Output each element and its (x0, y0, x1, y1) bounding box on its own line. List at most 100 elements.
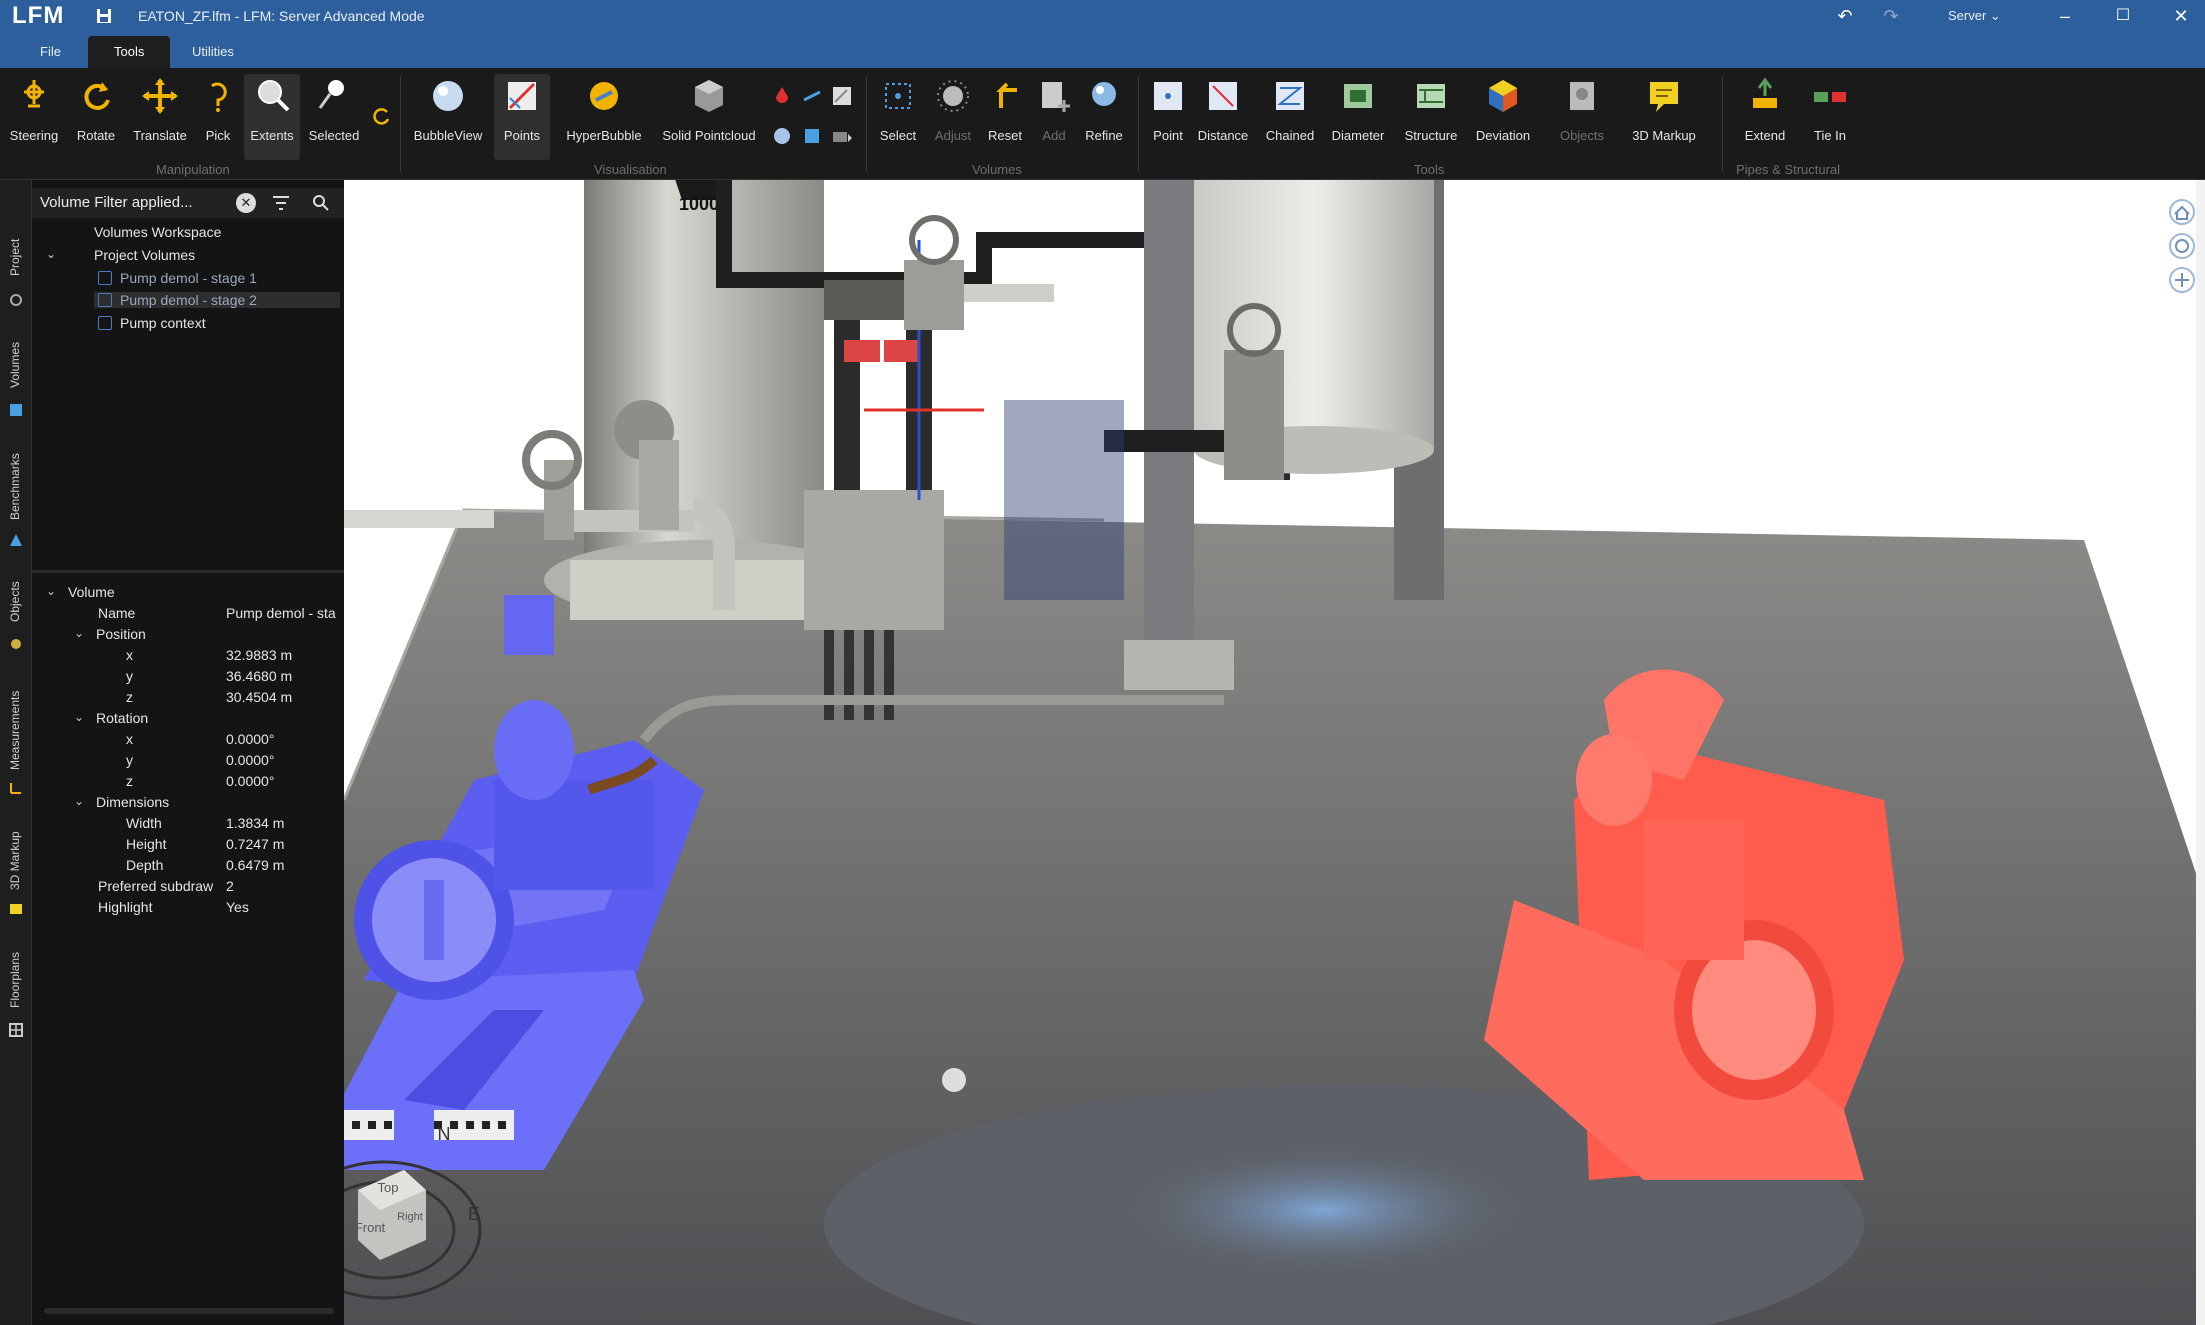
bubbleview-label: BubbleView (413, 128, 483, 143)
palette-icon[interactable] (770, 124, 794, 148)
prop-ry-value[interactable]: 0.0000° (226, 752, 274, 768)
display-mode-icon[interactable] (830, 124, 854, 148)
save-icon[interactable] (96, 8, 112, 24)
refine-button[interactable]: Refine (1078, 74, 1130, 160)
tree-project-volumes[interactable]: Project Volumes (94, 247, 195, 263)
add-button[interactable]: Add (1034, 74, 1074, 160)
translate-button[interactable]: Translate (128, 74, 192, 160)
view-home-button[interactable] (2169, 199, 2195, 225)
chained-icon (1276, 82, 1304, 110)
clear-filter-icon[interactable]: ✕ (236, 193, 256, 213)
3d-markup-button[interactable]: 3D Markup (1626, 74, 1702, 160)
prop-rx-value[interactable]: 0.0000° (226, 731, 274, 747)
server-selector[interactable]: Server ⌄ (1948, 8, 2001, 24)
prop-rz-value[interactable]: 0.0000° (226, 773, 274, 789)
minimize-icon[interactable]: – (2050, 3, 2080, 29)
chevron-down-icon[interactable]: ⌄ (74, 710, 84, 724)
link-icon[interactable] (800, 84, 824, 108)
prop-highlight-label: Highlight (98, 899, 153, 915)
layers-icon[interactable] (800, 124, 824, 148)
panel-horizontal-scrollbar[interactable] (44, 1308, 334, 1314)
3d-markup-label: 3D Markup (1632, 128, 1696, 143)
bubbleview-button[interactable]: BubbleView (410, 74, 486, 160)
pick-button[interactable]: Pick (196, 74, 240, 160)
tree-volume-item[interactable]: Pump demol - stage 1 (98, 270, 257, 286)
compass-north-label: N (438, 1124, 451, 1144)
chained-button[interactable]: Chained (1258, 74, 1322, 160)
tab-file[interactable]: File (14, 36, 87, 68)
hyperbubble-button[interactable]: HyperBubble (560, 74, 648, 160)
tree-volume-item[interactable]: Pump context (98, 315, 206, 331)
view-orbit-button[interactable] (2169, 233, 2195, 259)
prop-x-value[interactable]: 32.9883 m (226, 647, 292, 663)
prop-name-value[interactable]: Pump demol - sta (226, 605, 344, 621)
undo-icon[interactable]: ↶ (1830, 3, 1860, 29)
deviation-button[interactable]: Deviation (1468, 74, 1538, 160)
prop-z-value[interactable]: 30.4504 m (226, 689, 292, 705)
tie-in-label: Tie In (1813, 128, 1847, 143)
steering-button[interactable]: Steering (4, 74, 64, 160)
distance-label: Distance (1197, 128, 1249, 143)
3d-viewport[interactable]: 1000 Top Front Right N E (344, 180, 2205, 1325)
panel-splitter[interactable] (32, 570, 344, 573)
objects-button[interactable]: Objects (1554, 74, 1610, 160)
add-label: Add (1042, 128, 1066, 143)
close-icon[interactable]: ✕ (2166, 3, 2196, 29)
adjust-button[interactable]: Adjust (928, 74, 978, 160)
redo-icon[interactable]: ↷ (1876, 3, 1906, 29)
search-icon[interactable] (312, 194, 330, 212)
tree-volumes-workspace[interactable]: Volumes Workspace (94, 224, 221, 240)
view-grid-button[interactable] (2169, 267, 2195, 293)
point-button[interactable]: Point (1144, 74, 1192, 160)
tab-tools[interactable]: Tools (88, 36, 171, 68)
tie-in-button[interactable]: Tie In (1802, 74, 1858, 160)
distance-button[interactable]: Distance (1194, 74, 1252, 160)
extents-icon (258, 80, 290, 112)
prop-z-label: z (126, 689, 133, 705)
extend-button[interactable]: Extend (1736, 74, 1794, 160)
prop-highlight-value[interactable]: Yes (226, 899, 249, 915)
prop-width-value[interactable]: 1.3834 m (226, 815, 284, 831)
prop-ry-label: y (126, 752, 133, 768)
chevron-down-icon[interactable]: ⌄ (46, 247, 56, 261)
hyperbubble-label: HyperBubble (566, 128, 642, 143)
diameter-button[interactable]: Diameter (1324, 74, 1392, 160)
reset-button[interactable]: Reset (980, 74, 1030, 160)
measurements-icon (10, 783, 21, 794)
prop-subdraw-value[interactable]: 2 (226, 878, 234, 894)
group-separator (1722, 76, 1723, 172)
chained-label: Chained (1265, 128, 1315, 143)
tree-volume-item-selected[interactable]: Pump demol - stage 2 (94, 292, 340, 308)
pick-icon (211, 82, 227, 112)
compass-top-label: Top (378, 1180, 399, 1195)
points-button[interactable]: Points (494, 74, 550, 160)
prop-depth-value[interactable]: 0.6479 m (226, 857, 284, 873)
pick-label: Pick (205, 128, 231, 143)
maximize-icon[interactable]: ☐ (2108, 3, 2138, 29)
adjust-label: Adjust (934, 128, 972, 143)
group-label-tools: Tools (1414, 162, 1445, 177)
chevron-down-icon[interactable]: ⌄ (46, 584, 56, 598)
prop-position-label: Position (96, 626, 146, 642)
app-logo: LFM (12, 2, 65, 29)
structure-button[interactable]: Structure (1398, 74, 1464, 160)
rotate-button[interactable]: Rotate (68, 74, 124, 160)
solid-pointcloud-button[interactable]: Solid Pointcloud (654, 74, 764, 160)
prop-height-value[interactable]: 0.7247 m (226, 836, 284, 852)
point-cloud-scene[interactable]: 1000 Top Front Right N E (344, 180, 2205, 1325)
tab-utilities[interactable]: Utilities (166, 36, 260, 68)
image-icon[interactable] (830, 84, 854, 108)
chevron-down-icon[interactable]: ⌄ (74, 626, 84, 640)
color-drop-icon[interactable] (770, 84, 794, 108)
refresh-small-icon[interactable] (370, 104, 394, 128)
extents-button[interactable]: Extents (244, 74, 300, 160)
group-separator (866, 76, 867, 172)
selected-button[interactable]: Selected (304, 74, 364, 160)
prop-y-value[interactable]: 36.4680 m (226, 668, 292, 684)
select-button[interactable]: Select (872, 74, 924, 160)
filter-icon[interactable] (272, 195, 290, 211)
chevron-down-icon[interactable]: ⌄ (74, 794, 84, 808)
ribbon-toolbar: Steering Rotate Translate Pick Extents S… (0, 68, 2205, 180)
translate-label: Translate (133, 128, 187, 143)
title-bar: LFM EATON_ZF.lfm - LFM: Server Advanced … (0, 0, 2205, 32)
